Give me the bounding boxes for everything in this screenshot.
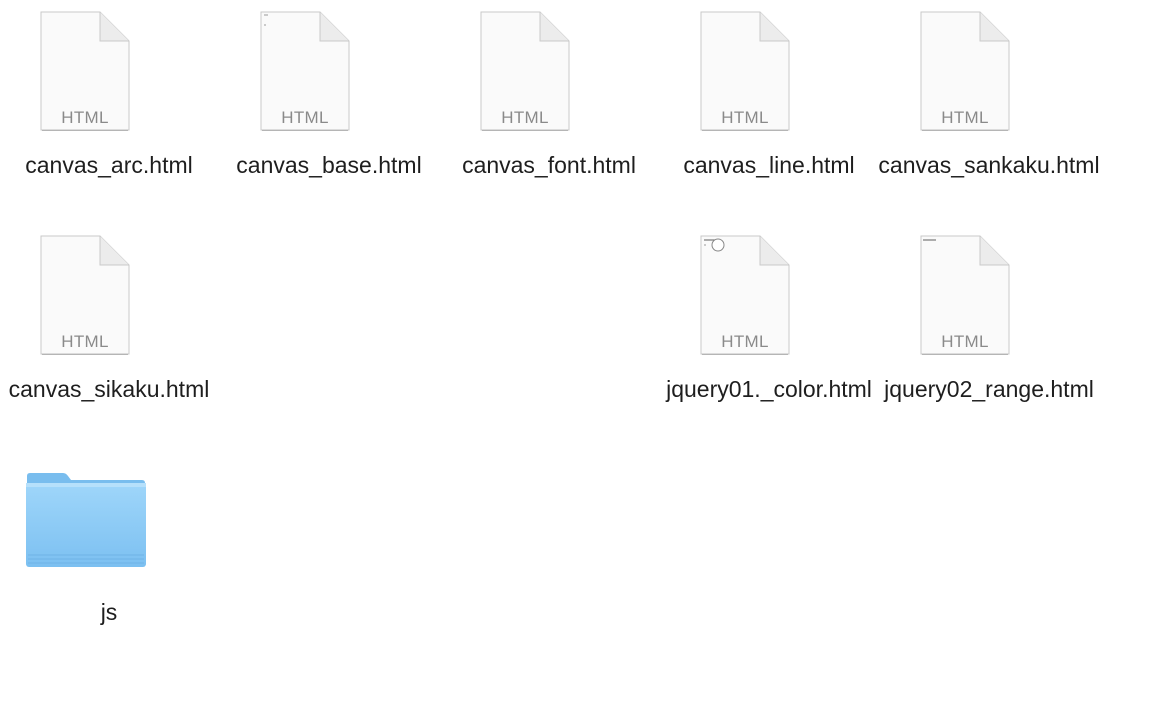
file-type-label: HTML	[61, 332, 109, 351]
file-type-label: HTML	[61, 108, 109, 127]
file-name-label: canvas_font.html	[462, 152, 636, 178]
html-document-icon: HTML	[480, 11, 570, 131]
folder-name-label: js	[100, 599, 118, 625]
file-name-label: jquery02_range.html	[884, 376, 1094, 402]
html-document-icon: HTML	[260, 11, 350, 131]
file-name-label: jquery01._color.html	[666, 376, 872, 402]
folder-icon	[25, 472, 147, 568]
file-type-label: HTML	[721, 108, 769, 127]
html-document-icon: HTML	[920, 11, 1010, 131]
file-name-label: canvas_base.html	[236, 152, 422, 178]
html-document-icon: HTML	[700, 11, 790, 131]
html-document-icon: HTML	[920, 235, 1010, 355]
file-type-label: HTML	[941, 332, 989, 351]
file-type-label: HTML	[721, 332, 769, 351]
file-name-label: canvas_sankaku.html	[878, 152, 1100, 178]
html-document-icon: HTML	[40, 235, 130, 355]
file-type-label: HTML	[281, 108, 329, 127]
file-type-label: HTML	[941, 108, 989, 127]
file-type-label: HTML	[501, 108, 549, 127]
html-document-icon: HTML	[700, 235, 790, 355]
file-name-label: canvas_arc.html	[25, 152, 193, 178]
file-name-label: canvas_line.html	[683, 152, 855, 178]
html-document-icon: HTML	[40, 11, 130, 131]
file-name-label: canvas_sikaku.html	[8, 376, 210, 402]
